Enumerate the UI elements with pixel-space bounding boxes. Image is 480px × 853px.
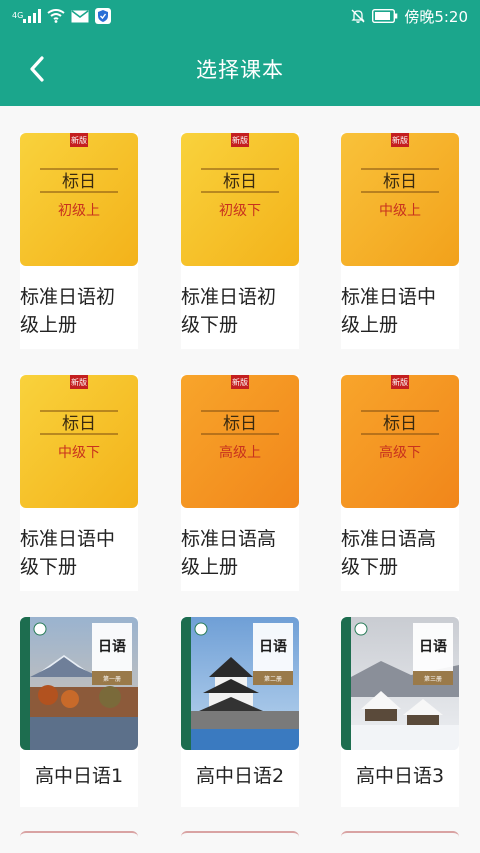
textbook-grid: 新版 标日 初级上 标准日语初级上册 新版 标日 初级下 标准日语初级下册 — [0, 106, 480, 853]
book-card[interactable]: 新版 标日 高级下 标准日语高 级下册 — [341, 375, 459, 591]
book-title: 标准日语初 级上册 — [20, 286, 116, 336]
book-title: 标准日语高 级下册 — [341, 528, 437, 578]
book-cover: 新版 标日 中级下 — [20, 375, 138, 508]
book-cover: 新版 标日 初级下 — [181, 133, 299, 266]
cover-subtitle: 第一册 — [103, 675, 121, 683]
cover-subtitle: 中级上 — [379, 203, 421, 219]
book-card[interactable]: 新版 标日 中级上 标准日语中 级上册 — [341, 133, 459, 349]
status-bar: 4G 傍晚5:20 — [0, 0, 480, 32]
book-title: 标准日语初 级下册 — [181, 286, 277, 336]
book-card-partial[interactable] — [181, 831, 299, 837]
status-left: 4G — [12, 8, 112, 24]
cover-title: 标日 — [62, 414, 96, 434]
mute-bell-icon — [350, 8, 366, 24]
book-cover: 新版 标日 高级下 — [341, 375, 459, 508]
book-card[interactable]: 新版 标日 中级下 标准日语中 级下册 — [20, 375, 138, 591]
cover-subtitle: 第三册 — [424, 675, 442, 683]
badge-text: 新版 — [392, 377, 408, 387]
cover-title: 日语 — [259, 639, 287, 655]
cover-title: 标日 — [383, 172, 417, 192]
book-cover: 新版 标日 高级上 — [181, 375, 299, 508]
status-right: 傍晚5:20 — [350, 6, 468, 27]
wifi-icon — [47, 9, 65, 23]
cover-title: 标日 — [383, 414, 417, 434]
back-button[interactable] — [22, 54, 52, 84]
app-header: 选择课本 — [0, 32, 480, 106]
book-cover: 日语 第二册 — [181, 617, 299, 750]
book-title: 高中日语1 — [34, 765, 124, 787]
cover-subtitle: 高级上 — [219, 444, 261, 461]
chevron-left-icon — [30, 56, 44, 82]
book-card[interactable]: 日语 第三册 高中日语3 — [341, 617, 459, 807]
book-card[interactable]: 新版 标日 初级下 标准日语初 级下册 — [181, 133, 299, 349]
page-title: 选择课本 — [196, 58, 284, 82]
network-label: 4G — [12, 11, 24, 20]
signal-icon: 4G — [12, 9, 42, 23]
book-card-partial[interactable] — [20, 831, 138, 837]
book-card[interactable]: 日语 第二册 高中日语2 — [181, 617, 299, 807]
book-card[interactable]: 新版 标日 初级上 标准日语初 级上册 — [20, 133, 138, 349]
cover-subtitle: 高级下 — [379, 444, 421, 461]
book-cover: 新版 标日 中级上 — [341, 133, 459, 266]
badge-text: 新版 — [392, 135, 408, 145]
cover-subtitle: 中级下 — [58, 445, 100, 461]
book-cover: 日语 第三册 — [341, 617, 459, 750]
cover-title: 标日 — [62, 172, 96, 192]
cover-title: 日语 — [419, 639, 447, 655]
cover-title: 标日 — [223, 414, 257, 434]
cover-title: 标日 — [223, 172, 257, 192]
clock: 傍晚5:20 — [404, 7, 468, 26]
cover-title: 日语 — [98, 639, 126, 655]
mail-icon — [71, 9, 89, 23]
book-card[interactable]: 新版 标日 高级上 标准日语高 级上册 — [181, 375, 299, 591]
book-title: 标准日语中 级下册 — [20, 528, 116, 578]
book-cover: 新版 标日 初级上 — [20, 133, 138, 266]
book-card-partial[interactable] — [341, 831, 459, 837]
cover-subtitle: 初级下 — [219, 202, 261, 219]
badge-text: 新版 — [71, 135, 87, 145]
book-title: 高中日语2 — [195, 765, 285, 787]
cover-subtitle: 第二册 — [264, 675, 282, 683]
book-card[interactable]: 日语 第一册 高中日语1 — [20, 617, 138, 807]
cover-subtitle: 初级上 — [58, 202, 100, 219]
badge-text: 新版 — [71, 377, 87, 387]
book-cover: 日语 第一册 — [20, 617, 138, 750]
badge-text: 新版 — [232, 135, 248, 145]
book-title: 标准日语中 级上册 — [341, 286, 437, 336]
shield-icon — [95, 8, 112, 24]
book-title: 标准日语高 级上册 — [181, 528, 277, 578]
badge-text: 新版 — [232, 377, 248, 387]
book-title: 高中日语3 — [355, 765, 445, 787]
battery-icon — [372, 9, 398, 23]
